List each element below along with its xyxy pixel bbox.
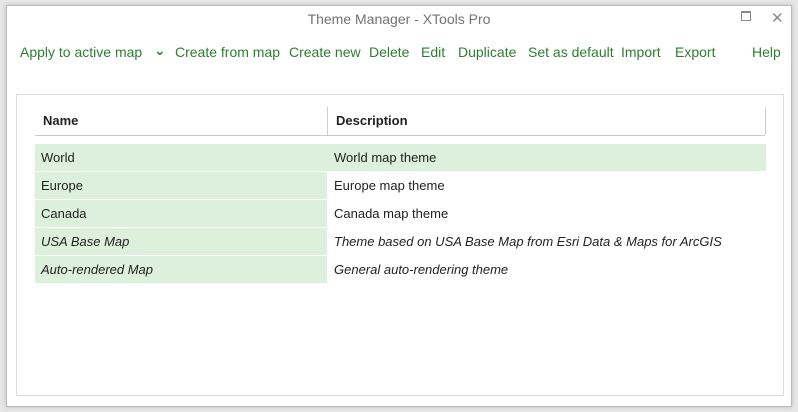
duplicate-button[interactable]: Duplicate xyxy=(458,44,516,60)
window-title: Theme Manager - XTools Pro xyxy=(307,11,491,27)
theme-description-cell: Canada map theme xyxy=(334,206,449,221)
theme-description-cell: Theme based on USA Base Map from Esri Da… xyxy=(334,234,722,249)
help-button[interactable]: Help xyxy=(752,44,781,60)
theme-manager-window: Theme Manager - XTools Pro ✕ Apply to ac… xyxy=(6,5,792,407)
theme-description-cell: Europe map theme xyxy=(334,178,445,193)
toolbar: Apply to active map ⌄ Create from map Cr… xyxy=(20,42,791,64)
theme-name-cell: Europe xyxy=(35,172,327,199)
themes-table: Name Description World World map theme E… xyxy=(16,94,784,396)
apply-to-active-map-button[interactable]: Apply to active map xyxy=(20,44,142,60)
column-divider-end[interactable] xyxy=(765,107,766,135)
export-button[interactable]: Export xyxy=(675,44,715,60)
create-new-button[interactable]: Create new xyxy=(289,44,361,60)
column-header-description[interactable]: Description xyxy=(336,113,408,128)
column-header-name[interactable]: Name xyxy=(43,113,78,128)
delete-button[interactable]: Delete xyxy=(369,44,409,60)
table-row[interactable]: Europe Europe map theme xyxy=(35,172,766,200)
table-row[interactable]: Auto-rendered Map General auto-rendering… xyxy=(35,256,766,284)
theme-name-cell: USA Base Map xyxy=(35,228,327,255)
table-row[interactable]: World World map theme xyxy=(35,144,766,172)
table-body: World World map theme Europe Europe map … xyxy=(35,144,766,284)
table-row[interactable]: Canada Canada map theme xyxy=(35,200,766,228)
import-button[interactable]: Import xyxy=(621,44,661,60)
table-row[interactable]: USA Base Map Theme based on USA Base Map… xyxy=(35,228,766,256)
maximize-icon[interactable] xyxy=(741,11,751,21)
table-header: Name Description xyxy=(35,107,766,136)
create-from-map-button[interactable]: Create from map xyxy=(175,44,280,60)
set-as-default-button[interactable]: Set as default xyxy=(528,44,614,60)
theme-name-cell: Canada xyxy=(35,200,327,227)
theme-name-cell: World xyxy=(35,144,327,171)
column-divider[interactable] xyxy=(327,107,328,135)
theme-description-cell: General auto-rendering theme xyxy=(334,262,509,277)
edit-button[interactable]: Edit xyxy=(421,44,445,60)
close-icon[interactable]: ✕ xyxy=(771,9,784,27)
chevron-down-icon[interactable]: ⌄ xyxy=(154,42,166,59)
theme-name-cell: Auto-rendered Map xyxy=(35,256,327,283)
theme-description-cell: World map theme xyxy=(334,150,437,165)
